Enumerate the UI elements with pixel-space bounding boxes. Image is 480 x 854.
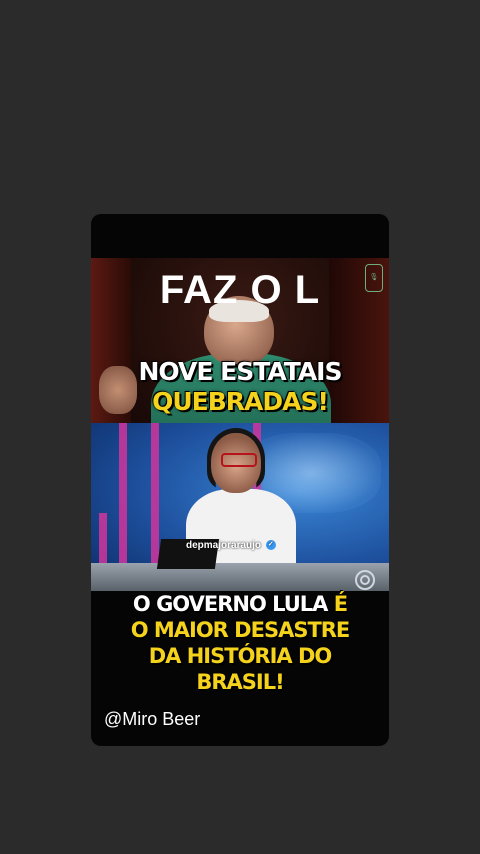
headline-bottom-line2: O MAIOR DESASTRE (130, 618, 351, 642)
video-card[interactable]: 🎙 FAZ O L NOVE ESTATAIS QUEBRADAS! depma… (91, 214, 389, 746)
anchor-glasses (221, 453, 257, 467)
headline-bottom-line1-yellow: É (333, 592, 348, 616)
verified-badge-icon: ✓ (265, 540, 276, 551)
headline-bottom-line4: BRASIL! (196, 670, 284, 694)
news-desk (91, 563, 389, 591)
headline-top: NOVE ESTATAIS QUEBRADAS! (91, 357, 389, 417)
headline-bottom-line3: DA HISTÓRIA DO (148, 644, 333, 668)
author-credit[interactable]: @Miro Beer (104, 709, 200, 730)
top-caption: FAZ O L (159, 268, 321, 312)
headline-bottom-line1: O GOVERNO LULA É (91, 591, 389, 617)
globo-logo-icon (355, 570, 375, 590)
headline-bottom: O GOVERNO LULA É O MAIOR DESASTRE DA HIS… (91, 591, 389, 695)
news-scene: depmajoraraujo ✓ (91, 423, 389, 591)
headline-bottom-line1-white: O GOVERNO LULA (132, 592, 334, 616)
headline-top-line2: QUEBRADAS! (152, 387, 329, 416)
overlay-username-text: depmajoraraujo (186, 540, 262, 551)
headline-top-line1: NOVE ESTATAIS (138, 357, 342, 386)
overlay-username: depmajoraraujo ✓ (186, 540, 276, 551)
